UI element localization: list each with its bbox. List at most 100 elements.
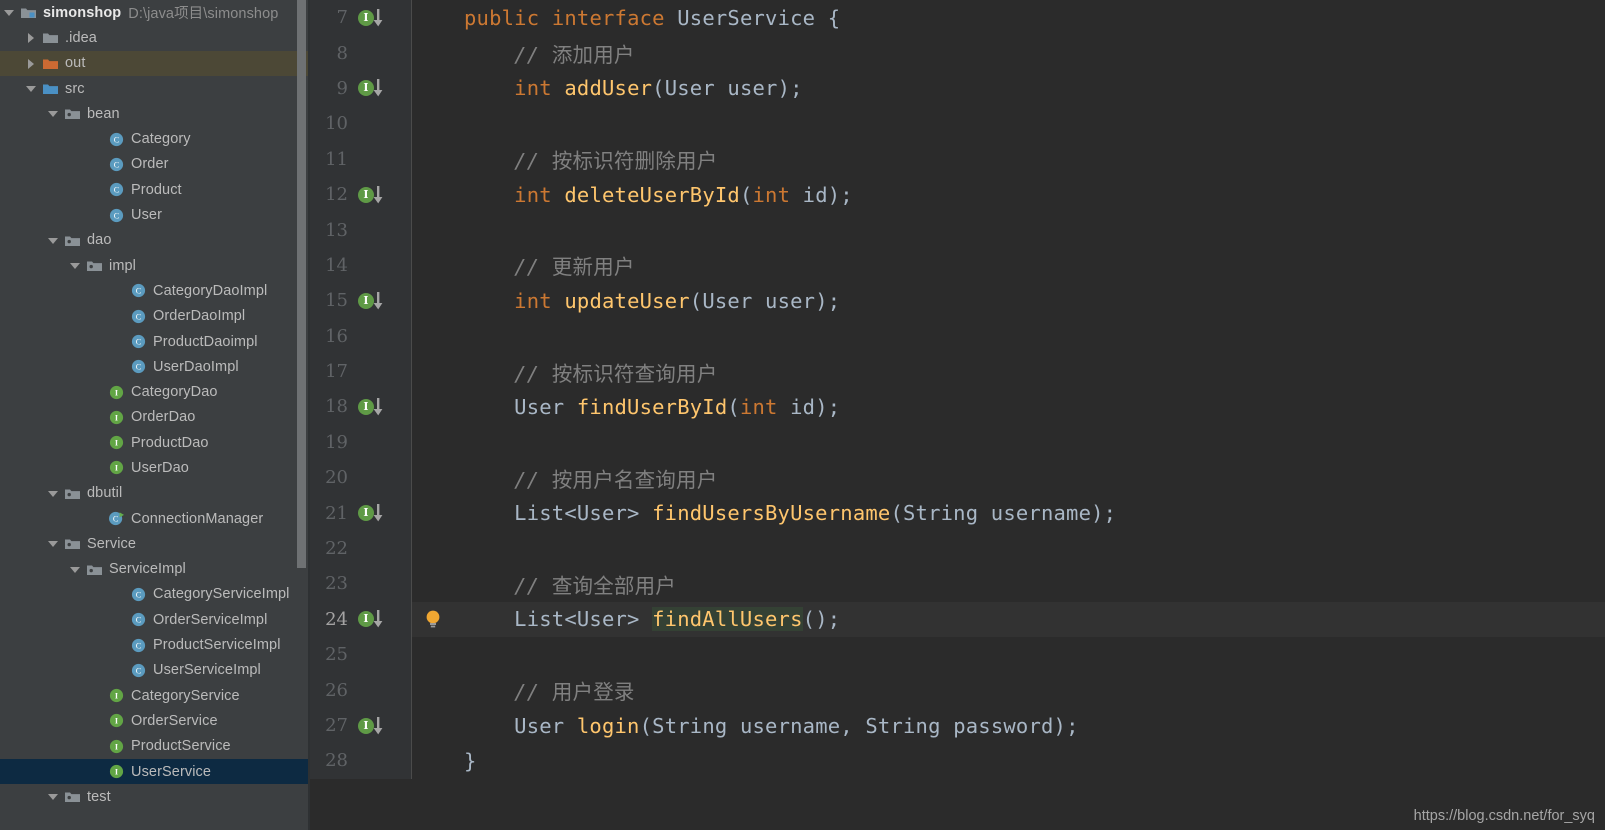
tree-item-user[interactable]: C User <box>0 202 310 227</box>
gutter-marker-slot[interactable]: I <box>350 283 392 318</box>
tree-item-simonshop[interactable]: simonshop D:\java项目\simonshop <box>0 0 310 25</box>
code-line[interactable]: 28} <box>310 743 1605 779</box>
tree-item-categoryserviceimpl[interactable]: C CategoryServiceImpl <box>0 582 310 607</box>
chevron-down-icon[interactable] <box>70 260 81 271</box>
code-line[interactable]: 27 I User login(String username, String p… <box>310 707 1605 744</box>
code-line[interactable]: 10 <box>310 106 1605 142</box>
chevron-down-icon[interactable] <box>26 83 37 94</box>
code-folding-strip[interactable] <box>400 247 412 284</box>
editor-gutter[interactable]: 7I <box>310 0 400 36</box>
code-line[interactable]: 8 // 添加用户 <box>310 35 1605 71</box>
tree-item-test[interactable]: test <box>0 784 310 809</box>
code-folding-strip[interactable] <box>400 389 412 425</box>
code-line[interactable]: 17 // 按标识符查询用户 <box>310 353 1605 390</box>
editor-gutter[interactable]: 10 <box>310 106 400 142</box>
code-lines[interactable]: 7 I public interface UserService { 8 // 添加用… <box>310 0 1605 779</box>
tree-item-productdaoimpl[interactable]: C ProductDaoimpl <box>0 329 310 354</box>
implemented-by-arrow-icon[interactable] <box>372 716 384 735</box>
tree-item-categorydao[interactable]: I CategoryDao <box>0 379 310 404</box>
tree-item-service[interactable]: Service <box>0 531 310 556</box>
editor-gutter[interactable]: 19 <box>310 424 400 461</box>
tree-item--idea[interactable]: .idea <box>0 25 310 50</box>
tree-item-serviceimpl[interactable]: ServiceImpl <box>0 557 310 582</box>
code-line[interactable]: 23 // 查询全部用户 <box>310 566 1605 602</box>
code-folding-strip[interactable] <box>400 283 412 319</box>
code-line[interactable]: 22 <box>310 530 1605 567</box>
code-folding-strip[interactable] <box>400 637 412 673</box>
editor-gutter[interactable]: 16 <box>310 318 400 354</box>
editor-gutter[interactable]: 23 <box>310 566 400 602</box>
code-line[interactable]: 14 // 更新用户 <box>310 247 1605 284</box>
tree-item-userdaoimpl[interactable]: C UserDaoImpl <box>0 354 310 379</box>
chevron-down-icon[interactable] <box>70 564 81 575</box>
editor-gutter[interactable]: 11 <box>310 141 400 177</box>
code-folding-strip[interactable] <box>400 530 412 567</box>
editor-gutter[interactable]: 26 <box>310 672 400 708</box>
sidebar-scrollbar-track[interactable] <box>296 0 308 830</box>
code-text[interactable]: List<User> findUsersByUsername(String us… <box>464 501 1605 525</box>
editor-gutter[interactable]: 17 <box>310 353 400 390</box>
code-text[interactable]: List<User> findAllUsers(); <box>464 607 1605 632</box>
gutter-marker-slot[interactable]: I <box>350 602 392 637</box>
editor-gutter[interactable]: 20 <box>310 460 400 496</box>
code-folding-strip[interactable] <box>400 743 412 779</box>
code-line[interactable]: 13 <box>310 212 1605 248</box>
code-folding-strip[interactable] <box>400 672 412 708</box>
tree-item-orderserviceimpl[interactable]: C OrderServiceImpl <box>0 607 310 632</box>
tree-item-src[interactable]: src <box>0 76 310 101</box>
gutter-marker-slot[interactable]: I <box>350 177 392 212</box>
implemented-by-arrow-icon[interactable] <box>372 291 384 310</box>
tree-item-out[interactable]: out <box>0 50 310 76</box>
code-text[interactable]: int updateUser(User user); <box>464 289 1605 313</box>
code-text[interactable]: // 按标识符查询用户 <box>464 357 1605 387</box>
editor-gutter[interactable]: 24 I <box>310 601 400 638</box>
tree-item-category[interactable]: C Category <box>0 126 310 151</box>
editor-gutter[interactable]: 22 <box>310 530 400 567</box>
intention-bulb-icon[interactable] <box>424 609 442 629</box>
tree-item-bean[interactable]: bean <box>0 101 310 126</box>
gutter-marker-slot[interactable]: I <box>350 71 392 106</box>
chevron-down-icon[interactable] <box>4 7 15 18</box>
tree-item-productserviceimpl[interactable]: C ProductServiceImpl <box>0 632 310 657</box>
editor-gutter[interactable]: 15 I <box>310 283 400 319</box>
gutter-marker-slot[interactable]: I <box>350 495 392 530</box>
code-folding-strip[interactable] <box>400 495 412 531</box>
gutter-marker-slot[interactable]: I <box>350 389 392 424</box>
code-folding-strip[interactable] <box>400 70 412 107</box>
code-text[interactable]: // 用户登录 <box>464 675 1605 705</box>
code-line[interactable]: 15 I int updateUser(User user); <box>310 283 1605 319</box>
chevron-right-icon[interactable] <box>26 32 37 44</box>
code-folding-strip[interactable] <box>400 141 412 177</box>
code-text[interactable]: public interface UserService { <box>464 6 1605 30</box>
sidebar-scrollbar-thumb[interactable] <box>297 0 306 568</box>
implemented-by-arrow-icon[interactable] <box>372 79 384 97</box>
chevron-down-icon[interactable] <box>48 108 59 119</box>
code-line[interactable]: 12 I int deleteUserById(int id); <box>310 176 1605 213</box>
code-text[interactable]: } <box>464 749 1605 773</box>
tree-item-order[interactable]: C Order <box>0 152 310 177</box>
code-text[interactable]: // 更新用户 <box>464 250 1605 280</box>
tree-item-orderdaoimpl[interactable]: C OrderDaoImpl <box>0 304 310 329</box>
project-tool-window[interactable]: simonshop D:\java项目\simonshop .idea out src b… <box>0 0 310 830</box>
code-line[interactable]: 16 <box>310 318 1605 354</box>
tree-item-categoryservice[interactable]: I CategoryService <box>0 683 310 708</box>
code-editor[interactable]: 7 I public interface UserService { 8 // 添加用… <box>310 0 1605 830</box>
tree-item-orderservice[interactable]: I OrderService <box>0 708 310 733</box>
editor-gutter[interactable]: 14 <box>310 247 400 284</box>
code-folding-strip[interactable] <box>400 707 412 744</box>
code-line[interactable]: 20 // 按用户名查询用户 <box>310 460 1605 496</box>
chevron-down-icon[interactable] <box>48 538 59 549</box>
editor-gutter[interactable]: 9I <box>310 70 400 107</box>
tree-item-impl[interactable]: impl <box>0 253 310 278</box>
code-line[interactable]: 11 // 按标识符删除用户 <box>310 141 1605 177</box>
code-line[interactable]: 19 <box>310 424 1605 461</box>
implemented-by-arrow-icon[interactable] <box>372 504 384 522</box>
tree-item-categorydaoimpl[interactable]: C CategoryDaoImpl <box>0 278 310 303</box>
code-text[interactable]: // 按用户名查询用户 <box>464 463 1605 493</box>
code-folding-strip[interactable] <box>400 318 412 354</box>
code-folding-strip[interactable] <box>400 0 412 36</box>
tree-item-dbutil[interactable]: dbutil <box>0 481 310 506</box>
tree-item-userdao[interactable]: I UserDao <box>0 455 310 480</box>
code-line[interactable]: 18 I User findUserById(int id); <box>310 389 1605 425</box>
code-folding-strip[interactable] <box>400 460 412 496</box>
